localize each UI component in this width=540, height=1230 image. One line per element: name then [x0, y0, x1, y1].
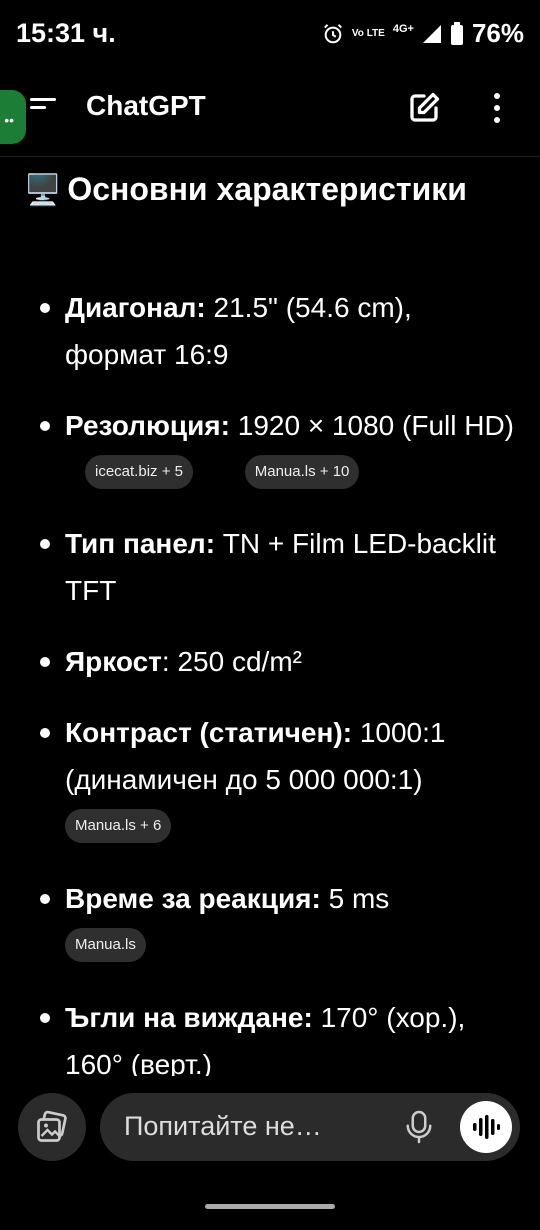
image-gallery-icon	[37, 1110, 67, 1142]
spec-label: Ъгли на виждане:	[65, 1002, 313, 1033]
chip-row: Manua.ls + 6	[65, 803, 520, 851]
list-item: Диагонал: 21.5" (54.6 cm), формат 16:9	[0, 284, 540, 378]
battery-percent: 76%	[471, 18, 524, 48]
source-chip[interactable]: Manua.ls + 6	[65, 808, 172, 843]
spec-label: Тип панел:	[65, 528, 216, 559]
spec-label: Диагонал:	[65, 292, 206, 323]
composer-bar: Попитайте не…	[0, 1076, 540, 1230]
network-type: 4G+	[392, 22, 414, 35]
voice-mode-button[interactable]	[460, 1101, 512, 1153]
heading-text: Основни характеристики	[67, 171, 467, 207]
list-item: Яркост: 250 cd/m²	[0, 638, 540, 685]
list-item: Контраст (статичен): 1000:1 (динамичен д…	[0, 709, 540, 851]
chip-row: Manua.ls	[65, 922, 520, 970]
list-item: Ъгли на виждане: 170° (хор.), 160° (верт…	[0, 994, 540, 1076]
edit-icon[interactable]	[406, 90, 442, 126]
spec-label: Контраст (статичен):	[65, 717, 353, 748]
more-vertical-icon[interactable]	[484, 90, 510, 126]
spec-value: 5 ms	[320, 883, 390, 914]
spec-value: 1920 × 1080 (Full HD)	[229, 410, 515, 441]
status-icons: Vo LTE 4G+ 76%	[322, 18, 524, 49]
mic-icon[interactable]	[404, 1109, 434, 1145]
spec-label: Резолюция:	[65, 410, 230, 441]
chat-content[interactable]: 🖥️ Основни характеристики Диагонал: 21.5"…	[0, 156, 540, 1076]
source-chip[interactable]: icecat.biz + 5	[85, 454, 193, 489]
section-heading: 🖥️ Основни характеристики	[24, 168, 524, 212]
monitor-icon: 🖥️	[24, 174, 62, 207]
voice-wave-icon	[473, 1115, 500, 1139]
input-placeholder: Попитайте не…	[124, 1111, 322, 1141]
more-dots-icon: ••	[4, 112, 14, 128]
volte-indicator: Vo LTE	[351, 27, 385, 39]
app-bar: •• ChatGPT	[0, 70, 540, 157]
app-title: ChatGPT	[86, 90, 206, 121]
spec-label: Време за реакция:	[65, 883, 321, 914]
status-bar: 15:31 ч. Vo LTE 4G+ 76%	[0, 0, 540, 70]
source-chip[interactable]: Manua.ls	[65, 927, 146, 962]
alarm-icon	[323, 23, 342, 43]
list-item: Тип панел: TN + Film LED-backlit TFT	[0, 520, 540, 614]
spec-label: Яркост	[65, 646, 162, 677]
message-input[interactable]: Попитайте не…	[100, 1093, 520, 1161]
spec-value: : 250 cd/m²	[161, 646, 302, 677]
floating-chat-bubble[interactable]: ••	[0, 90, 26, 144]
signal-icon	[422, 24, 441, 43]
home-indicator[interactable]	[205, 1204, 335, 1209]
attach-button[interactable]	[18, 1093, 86, 1161]
battery-icon	[450, 21, 463, 45]
spec-list: Диагонал: 21.5" (54.6 cm), формат 16:9 Р…	[0, 284, 540, 1076]
source-chip[interactable]: Manua.ls + 10	[244, 454, 360, 489]
menu-icon[interactable]	[30, 96, 58, 120]
list-item: Резолюция: 1920 × 1080 (Full HD) icecat.…	[0, 402, 540, 496]
list-item: Време за реакция: 5 ms Manua.ls	[0, 875, 540, 970]
status-time: 15:31 ч.	[16, 18, 116, 48]
